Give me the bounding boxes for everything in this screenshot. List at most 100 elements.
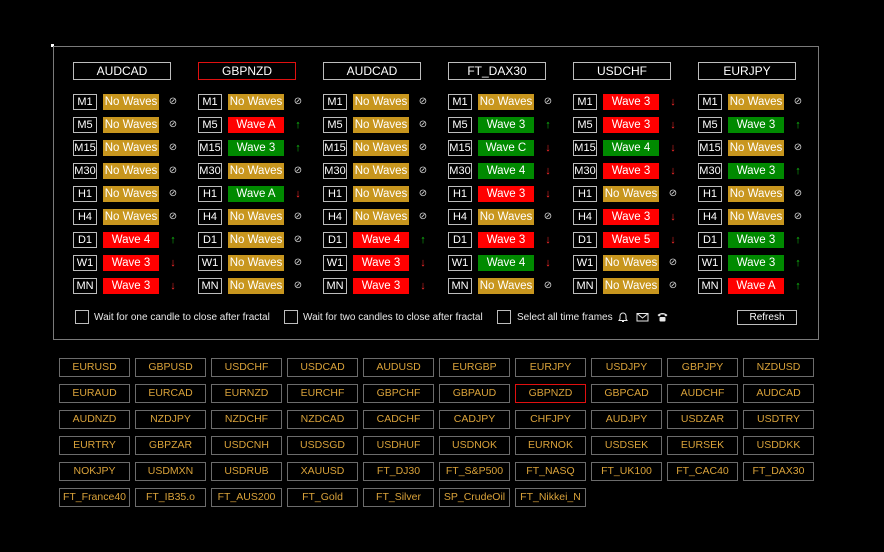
timeframe-button[interactable]: M5 [198,117,222,133]
wave-status[interactable]: Wave 3 [103,278,159,294]
symbol-button[interactable]: FT_UK100 [591,462,662,481]
symbol-button[interactable]: EURCAD [135,384,206,403]
timeframe-button[interactable]: M15 [573,140,597,156]
wave-status[interactable]: No Waves [103,186,159,202]
wave-status[interactable]: No Waves [353,163,409,179]
wave-status[interactable]: Wave 3 [728,163,784,179]
wave-status[interactable]: No Waves [728,209,784,225]
timeframe-button[interactable]: D1 [698,232,722,248]
symbol-button[interactable]: CHFJPY [515,410,586,429]
symbol-button[interactable]: USDZAR [667,410,738,429]
timeframe-button[interactable]: M30 [698,163,722,179]
column-symbol-header[interactable]: AUDCAD [73,62,171,80]
symbol-button[interactable]: USDSGD [287,436,358,455]
symbol-button[interactable]: GBPCHF [363,384,434,403]
wave-status[interactable]: No Waves [478,278,534,294]
timeframe-button[interactable]: M30 [73,163,97,179]
symbol-button[interactable]: EURAUD [59,384,130,403]
wave-status[interactable]: Wave 3 [728,117,784,133]
wave-status[interactable]: No Waves [353,209,409,225]
wave-status[interactable]: No Waves [603,186,659,202]
wave-status[interactable]: No Waves [728,186,784,202]
symbol-button[interactable]: AUDCAD [743,384,814,403]
wave-status[interactable]: No Waves [228,278,284,294]
timeframe-button[interactable]: D1 [448,232,472,248]
wave-status[interactable]: Wave 4 [478,163,534,179]
timeframe-button[interactable]: M5 [573,117,597,133]
wave-status[interactable]: No Waves [353,140,409,156]
symbol-button[interactable]: SP_CrudeOil [439,488,510,507]
symbol-button[interactable]: XAUUSD [287,462,358,481]
wave-status[interactable]: Wave 3 [603,209,659,225]
symbol-button[interactable]: USDRUB [211,462,282,481]
wave-status[interactable]: No Waves [478,209,534,225]
wave-status[interactable]: Wave 3 [728,255,784,271]
symbol-button[interactable]: USDCHF [211,358,282,377]
timeframe-button[interactable]: H1 [323,186,347,202]
timeframe-button[interactable]: D1 [198,232,222,248]
wave-status[interactable]: Wave C [478,140,534,156]
wave-status[interactable]: Wave 3 [353,255,409,271]
timeframe-button[interactable]: M1 [448,94,472,110]
timeframe-button[interactable]: W1 [73,255,97,271]
symbol-button[interactable]: EURTRY [59,436,130,455]
wave-status[interactable]: Wave A [728,278,784,294]
symbol-button[interactable]: EURNOK [515,436,586,455]
timeframe-button[interactable]: H4 [448,209,472,225]
timeframe-button[interactable]: W1 [323,255,347,271]
symbol-button[interactable]: FT_France40 [59,488,130,507]
symbol-button[interactable]: AUDJPY [591,410,662,429]
timeframe-button[interactable]: M5 [698,117,722,133]
bell-icon[interactable] [616,311,630,325]
timeframe-button[interactable]: M1 [323,94,347,110]
wave-status[interactable]: No Waves [603,278,659,294]
symbol-button[interactable]: FT_Silver [363,488,434,507]
select-all-timeframes-checkbox[interactable] [497,310,511,324]
timeframe-button[interactable]: H1 [448,186,472,202]
timeframe-button[interactable]: M1 [73,94,97,110]
timeframe-button[interactable]: MN [573,278,597,294]
timeframe-button[interactable]: M15 [198,140,222,156]
symbol-button[interactable]: GBPZAR [135,436,206,455]
timeframe-button[interactable]: M15 [323,140,347,156]
symbol-button[interactable]: USDHUF [363,436,434,455]
timeframe-button[interactable]: M5 [323,117,347,133]
timeframe-button[interactable]: M30 [448,163,472,179]
wave-status[interactable]: No Waves [728,94,784,110]
column-symbol-header[interactable]: FT_DAX30 [448,62,546,80]
symbol-button[interactable]: NZDCHF [211,410,282,429]
timeframe-button[interactable]: H1 [73,186,97,202]
timeframe-button[interactable]: W1 [448,255,472,271]
timeframe-button[interactable]: W1 [198,255,222,271]
symbol-button[interactable]: EURCHF [287,384,358,403]
symbol-button[interactable]: EURSEK [667,436,738,455]
symbol-button[interactable]: NZDUSD [743,358,814,377]
symbol-button[interactable]: USDCNH [211,436,282,455]
symbol-button[interactable]: USDSEK [591,436,662,455]
wave-status[interactable]: No Waves [103,163,159,179]
symbol-button[interactable]: GBPCAD [591,384,662,403]
wave-status[interactable]: No Waves [478,94,534,110]
symbol-button[interactable]: USDDKK [743,436,814,455]
wave-status[interactable]: No Waves [103,209,159,225]
symbol-button[interactable]: USDCAD [287,358,358,377]
wave-status[interactable]: Wave 3 [603,117,659,133]
timeframe-button[interactable]: M30 [573,163,597,179]
symbol-button[interactable]: GBPAUD [439,384,510,403]
symbol-button[interactable]: FT_CAC40 [667,462,738,481]
column-symbol-header[interactable]: GBPNZD [198,62,296,80]
wave-status[interactable]: No Waves [603,255,659,271]
wave-status[interactable]: Wave 3 [228,140,284,156]
timeframe-button[interactable]: D1 [73,232,97,248]
timeframe-button[interactable]: M1 [698,94,722,110]
symbol-button[interactable]: EURUSD [59,358,130,377]
symbol-button[interactable]: USDNOK [439,436,510,455]
wave-status[interactable]: Wave 3 [603,94,659,110]
timeframe-button[interactable]: M15 [73,140,97,156]
wave-status[interactable]: Wave 3 [103,255,159,271]
wave-status[interactable]: No Waves [103,117,159,133]
symbol-button[interactable]: FT_S&P500 [439,462,510,481]
wave-status[interactable]: Wave 4 [103,232,159,248]
timeframe-button[interactable]: H4 [698,209,722,225]
wave-status[interactable]: Wave 3 [603,163,659,179]
